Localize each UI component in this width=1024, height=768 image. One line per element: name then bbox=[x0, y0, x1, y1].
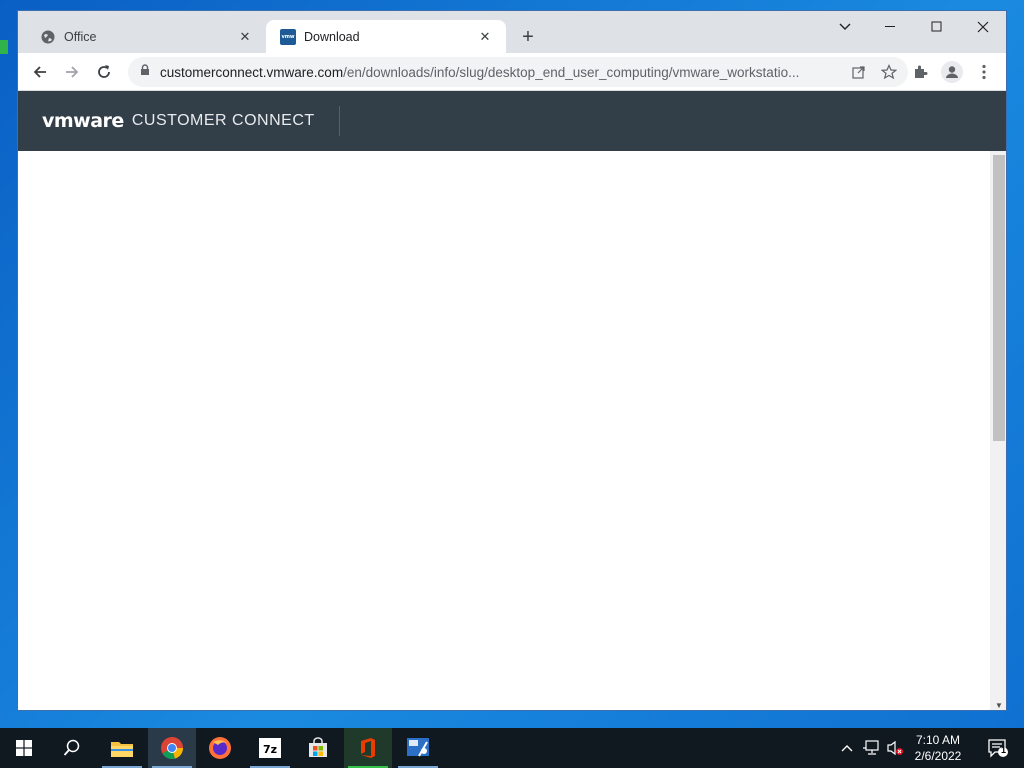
url-text: customerconnect.vmware.com/en/downloads/… bbox=[160, 64, 800, 80]
reload-button[interactable] bbox=[90, 58, 118, 86]
notification-count-badge: 1 bbox=[1001, 745, 1007, 755]
new-tab-button[interactable]: + bbox=[516, 25, 540, 49]
firefox-icon[interactable] bbox=[196, 728, 244, 768]
close-tab-icon[interactable]: ✕ bbox=[476, 28, 494, 46]
vertical-scrollbar[interactable]: ▼ bbox=[990, 151, 1006, 710]
file-explorer-icon[interactable] bbox=[98, 728, 146, 768]
browser-toolbar: customerconnect.vmware.com/en/downloads/… bbox=[18, 53, 1006, 91]
desktop-peek bbox=[0, 10, 18, 70]
network-icon[interactable] bbox=[860, 728, 882, 768]
scrollbar-thumb[interactable] bbox=[993, 155, 1005, 441]
title-bar: Office ✕ vmw Download ✕ + bbox=[18, 11, 1006, 53]
maximize-button[interactable] bbox=[914, 11, 960, 43]
browser-window: Office ✕ vmw Download ✕ + customerconnec… bbox=[17, 10, 1007, 711]
minimize-button[interactable] bbox=[868, 11, 914, 43]
extensions-icon[interactable] bbox=[906, 58, 934, 86]
close-tab-icon[interactable]: ✕ bbox=[236, 28, 254, 46]
tab-label: Download bbox=[304, 29, 360, 44]
chrome-icon[interactable] bbox=[148, 728, 196, 768]
tab-label: Office bbox=[64, 29, 97, 44]
globe-icon bbox=[40, 29, 56, 45]
header-divider bbox=[338, 106, 340, 136]
address-bar[interactable]: customerconnect.vmware.com/en/downloads/… bbox=[128, 57, 908, 87]
tab-office[interactable]: Office ✕ bbox=[26, 20, 266, 53]
clock-time: 7:10 AM bbox=[915, 733, 961, 747]
page-content bbox=[18, 151, 990, 710]
tab-download[interactable]: vmw Download ✕ bbox=[266, 20, 506, 53]
lock-icon[interactable] bbox=[140, 63, 150, 81]
profile-avatar-icon[interactable] bbox=[938, 58, 966, 86]
tab-search-icon[interactable] bbox=[822, 11, 868, 43]
scroll-down-arrow-icon[interactable]: ▼ bbox=[994, 700, 1004, 710]
start-button[interactable] bbox=[0, 728, 48, 768]
office-icon[interactable] bbox=[344, 728, 392, 768]
close-window-button[interactable] bbox=[960, 11, 1006, 43]
menu-kebab-icon[interactable] bbox=[970, 58, 998, 86]
share-icon[interactable] bbox=[844, 65, 874, 79]
microsoft-store-icon[interactable] bbox=[294, 728, 342, 768]
forward-button[interactable] bbox=[58, 58, 86, 86]
settings-app-icon[interactable] bbox=[394, 728, 442, 768]
system-clock[interactable]: 7:10 AM 2/6/2022 bbox=[905, 732, 971, 764]
clock-date: 2/6/2022 bbox=[914, 749, 962, 763]
volume-muted-icon[interactable] bbox=[884, 728, 906, 768]
svg-text:7z: 7z bbox=[263, 743, 277, 756]
action-center-notifications-icon[interactable]: 1 bbox=[978, 728, 1018, 768]
customer-connect-title[interactable]: CUSTOMER CONNECT bbox=[132, 112, 315, 130]
back-button[interactable] bbox=[26, 58, 54, 86]
content-panel bbox=[36, 159, 970, 710]
desktop-icon-fragment[interactable] bbox=[0, 40, 8, 54]
windows-taskbar: 7z 7:10 AM 2/6/2022 1 bbox=[0, 728, 1024, 768]
bookmark-star-icon[interactable] bbox=[874, 64, 904, 80]
vmware-logo[interactable]: vmware bbox=[42, 110, 124, 132]
search-icon[interactable] bbox=[48, 728, 96, 768]
vmware-site-header: vmware CUSTOMER CONNECT bbox=[18, 91, 1006, 151]
vmware-favicon-icon: vmw bbox=[280, 28, 296, 45]
7-zip-icon[interactable]: 7z bbox=[246, 728, 294, 768]
show-hidden-icons-chevron-icon[interactable] bbox=[838, 728, 856, 768]
